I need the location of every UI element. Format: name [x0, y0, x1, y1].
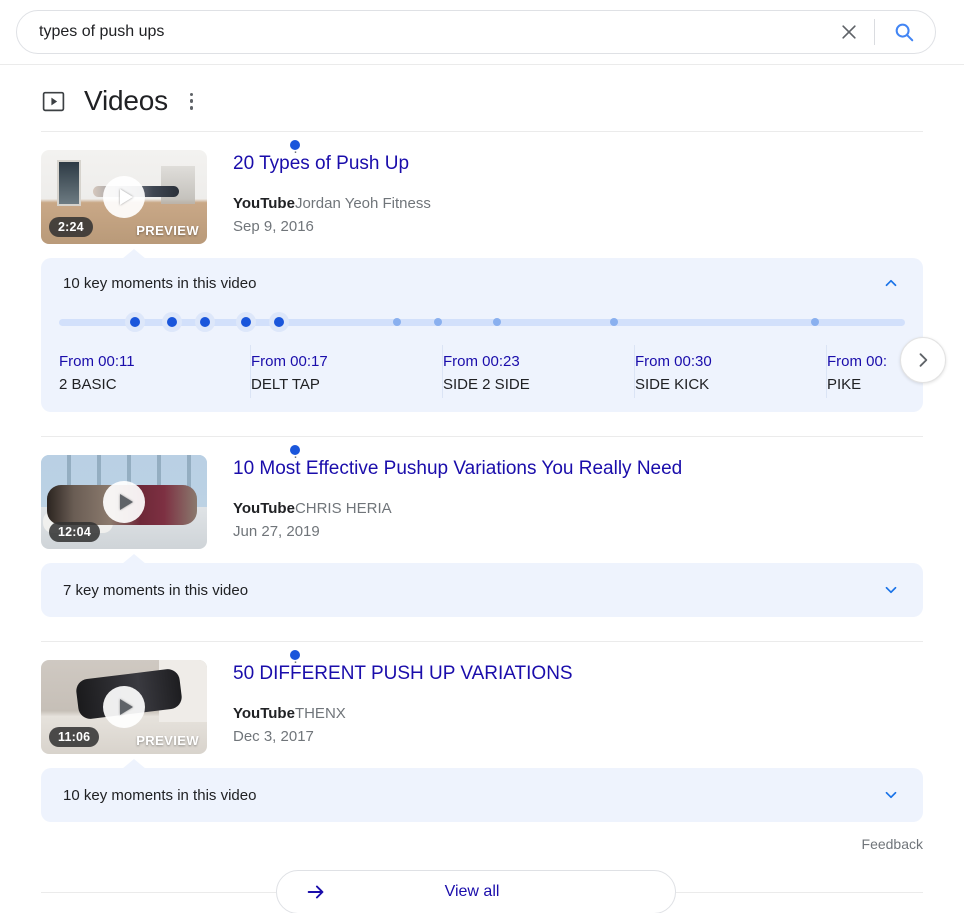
- video-box-icon: [41, 89, 66, 114]
- key-moment-timestamp: From 00:23: [443, 353, 520, 370]
- key-moments-timeline[interactable]: [59, 309, 905, 335]
- timeline-dot-1[interactable]: [130, 317, 141, 327]
- key-moment-label: PIKE: [827, 376, 862, 393]
- key-moments-header-2[interactable]: 7 key moments in this video: [41, 563, 923, 617]
- video-channel: Jordan Yeoh Fitness: [294, 195, 431, 212]
- chevron-down-icon[interactable]: [881, 785, 901, 805]
- play-icon[interactable]: [103, 481, 145, 523]
- key-moments-header-3[interactable]: 10 key moments in this video: [41, 768, 923, 822]
- key-moments-header-1[interactable]: 10 key moments in this video: [41, 258, 923, 306]
- video-date: Jun 27, 2019: [233, 523, 320, 540]
- key-moments-list: From 00:11 2 BASIC From 00:17 DELT TAP From …: [59, 345, 905, 412]
- video-result-2: 12:04 10 Most Effective Pushup Variation…: [0, 437, 964, 549]
- timeline-dot-10[interactable]: [811, 318, 820, 326]
- timeline-dot-7[interactable]: [434, 318, 442, 326]
- duration-badge: 11:06: [49, 727, 100, 747]
- key-moments-panel-2: 7 key moments in this video: [41, 563, 923, 617]
- video-info-2: 10 Most Effective Pushup Variations You …: [207, 445, 682, 549]
- video-thumbnail-3[interactable]: 11:06 PREVIEW: [41, 660, 207, 754]
- meta-separator: ·: [289, 445, 300, 465]
- view-all-label: View all: [444, 883, 500, 900]
- key-moments-label: 10 key moments in this video: [63, 786, 257, 804]
- key-moment-item-2[interactable]: From 00:17 DELT TAP: [251, 345, 443, 398]
- feedback-link[interactable]: Feedback: [0, 836, 964, 852]
- video-source: YouTube: [233, 195, 295, 212]
- timeline-dot-3[interactable]: [199, 317, 210, 327]
- key-moments-label: 10 key moments in this video: [63, 274, 257, 292]
- meta-separator: ·: [289, 650, 300, 670]
- key-moments-panel-3: 10 key moments in this video: [41, 768, 923, 822]
- page-title: Videos: [84, 85, 168, 116]
- key-moment-item-1[interactable]: From 00:11 2 BASIC: [59, 345, 251, 398]
- key-moment-timestamp: From 00:: [827, 353, 888, 370]
- video-source-line: YouTube · THENX: [233, 650, 573, 725]
- timeline-dot-9[interactable]: [609, 318, 618, 326]
- key-moment-label: DELT TAP: [251, 376, 320, 393]
- kebab-menu-icon[interactable]: [189, 92, 194, 110]
- key-moment-timestamp: From 00:11: [59, 353, 135, 370]
- video-source: YouTube: [233, 705, 295, 722]
- video-date: Dec 3, 2017: [233, 728, 314, 745]
- key-moments-label: 7 key moments in this video: [63, 581, 249, 599]
- video-source-line: YouTube · Jordan Yeoh Fitness: [233, 140, 431, 215]
- duration-badge: 2:24: [49, 217, 93, 237]
- timeline-dot-4[interactable]: [240, 317, 251, 327]
- results-content: Videos 2:24 PREVIEW 20 Types of Push Up …: [0, 65, 964, 913]
- video-source: YouTube: [233, 500, 295, 517]
- chevron-up-icon[interactable]: [881, 273, 901, 293]
- videos-section-header: Videos: [0, 65, 964, 125]
- key-moments-wrap-3: 10 key moments in this video: [41, 759, 923, 822]
- search-divider: [874, 19, 875, 45]
- key-moment-timestamp: From 00:17: [251, 353, 328, 370]
- search-box[interactable]: [16, 10, 936, 54]
- key-moments-wrap-2: 7 key moments in this video: [41, 554, 923, 617]
- key-moment-item-3[interactable]: From 00:23 SIDE 2 SIDE: [443, 345, 635, 398]
- play-icon[interactable]: [103, 176, 145, 218]
- preview-label: PREVIEW: [136, 223, 199, 238]
- search-bar-container: [0, 0, 964, 65]
- video-channel: THENX: [294, 705, 346, 722]
- video-title-link[interactable]: 10 Most Effective Pushup Variations You …: [233, 457, 682, 481]
- video-title-link[interactable]: 50 DIFFERENT PUSH UP VARIATIONS: [233, 662, 573, 686]
- timeline-dot-6[interactable]: [393, 318, 402, 326]
- timeline-track: [59, 319, 905, 326]
- search-icon[interactable]: [891, 19, 917, 45]
- arrow-right-icon: [305, 881, 327, 903]
- timeline-dot-2[interactable]: [166, 317, 177, 327]
- video-channel: CHRIS HERIA: [294, 500, 392, 517]
- close-icon[interactable]: [836, 19, 862, 45]
- video-thumbnail-2[interactable]: 12:04: [41, 455, 207, 549]
- key-moments-body-1: From 00:11 2 BASIC From 00:17 DELT TAP From …: [41, 309, 923, 412]
- key-moment-label: SIDE 2 SIDE: [443, 376, 530, 393]
- view-all-container: View all: [0, 870, 964, 913]
- video-info-1: 20 Types of Push Up YouTube · Jordan Yeoh …: [207, 140, 431, 244]
- video-thumbnail-1[interactable]: 2:24 PREVIEW: [41, 150, 207, 244]
- video-info-3: 50 DIFFERENT PUSH UP VARIATIONS YouTube ·…: [207, 650, 573, 754]
- key-moments-panel-1: 10 key moments in this video From 00:11 2…: [41, 258, 946, 412]
- key-moment-timestamp: From 00:30: [635, 353, 712, 370]
- video-date: Sep 9, 2016: [233, 218, 314, 235]
- timeline-dot-5[interactable]: [273, 317, 284, 327]
- chevron-right-icon[interactable]: [900, 337, 946, 383]
- chevron-down-icon[interactable]: [881, 580, 901, 600]
- video-source-line: YouTube · CHRIS HERIA: [233, 445, 682, 520]
- key-moment-item-4[interactable]: From 00:30 SIDE KICK: [635, 345, 827, 398]
- video-result-3: 11:06 PREVIEW 50 DIFFERENT PUSH UP VARIA…: [0, 642, 964, 754]
- play-icon[interactable]: [103, 686, 145, 728]
- key-moment-label: SIDE KICK: [635, 376, 710, 393]
- preview-label: PREVIEW: [136, 733, 199, 748]
- video-result-1: 2:24 PREVIEW 20 Types of Push Up YouTube…: [0, 132, 964, 244]
- view-all-button[interactable]: View all: [276, 870, 676, 913]
- duration-badge: 12:04: [49, 522, 100, 542]
- search-input[interactable]: [39, 23, 836, 41]
- video-title-link[interactable]: 20 Types of Push Up: [233, 152, 409, 176]
- key-moment-item-5[interactable]: From 00: PIKE: [827, 345, 905, 398]
- key-moment-label: 2 BASIC: [59, 376, 117, 393]
- meta-separator: ·: [289, 140, 300, 160]
- timeline-dot-8[interactable]: [493, 318, 502, 326]
- key-moments-wrap-1: 10 key moments in this video From 00:11 2…: [41, 249, 946, 412]
